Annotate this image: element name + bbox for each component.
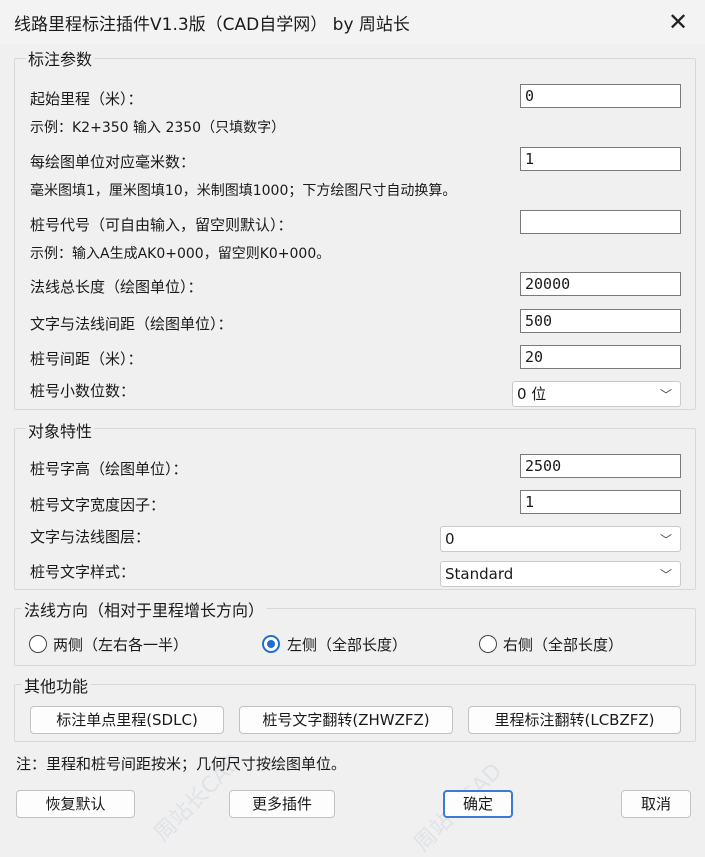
station-prefix-hint: 示例：输入A生成AK0+000，留空则K0+000。 [30,246,331,262]
flip-mileage-label-button[interactable]: 里程标注翻转(LCBZFZ) [468,706,681,734]
text-style-label: 桩号文字样式： [30,563,136,581]
radio-left-side-label[interactable]: 左侧（全部长度） [287,634,407,655]
close-icon[interactable]: ✕ [660,6,696,38]
text-gap-label: 文字与法线间距（绘图单位）： [30,315,233,333]
ok-button[interactable]: 确定 [443,790,513,818]
chevron-down-icon: ﹀ [659,568,672,582]
text-height-input[interactable]: 2500 [520,454,681,478]
chevron-down-icon: ﹀ [659,533,672,547]
decimals-label: 桩号小数位数： [30,382,136,400]
direction-legend: 法线方向（相对于里程增长方向） [22,597,267,621]
layer-label: 文字与法线图层： [30,528,151,546]
radio-both-sides-label[interactable]: 两侧（左右各一半） [53,634,188,655]
start-mileage-hint: 示例：K2+350 输入 2350（只填数字） [30,120,286,136]
chevron-down-icon: ﹀ [659,388,672,402]
reset-defaults-button[interactable]: 恢复默认 [16,790,135,818]
layer-value: 0 [445,530,455,548]
object-legend: 对象特性 [26,418,95,442]
more-plugins-button[interactable]: 更多插件 [229,790,335,818]
cancel-button[interactable]: 取消 [621,790,691,818]
width-factor-label: 桩号文字宽度因子： [30,496,166,514]
other-legend: 其他功能 [22,673,91,697]
normal-length-input[interactable]: 20000 [520,272,681,296]
text-style-value: Standard [445,565,514,583]
params-legend: 标注参数 [26,46,95,70]
radio-both-sides[interactable] [29,635,47,653]
radio-right-side-label[interactable]: 右侧（全部长度） [503,634,623,655]
decimals-value: 0 位 [517,385,547,403]
mm-per-unit-hint: 毫米图填1，厘米图填10，米制图填1000；下方绘图尺寸自动换算。 [30,183,457,199]
radio-left-side[interactable] [262,635,280,653]
station-prefix-input[interactable] [520,210,681,234]
text-gap-input[interactable]: 500 [520,309,681,333]
flip-station-text-button[interactable]: 桩号文字翻转(ZHWZFZ) [239,706,453,734]
single-point-mileage-button[interactable]: 标注单点里程(SDLC) [30,706,224,734]
station-prefix-label: 桩号代号（可自由输入，留空则默认）： [30,216,293,234]
station-interval-input[interactable]: 20 [520,345,681,369]
decimals-select[interactable]: 0 位 ﹀ [512,381,681,407]
mm-per-unit-label: 每绘图单位对应毫米数： [30,153,196,171]
start-mileage-input[interactable]: 0 [520,84,681,108]
normal-length-label: 法线总长度（绘图单位）： [30,278,203,296]
layer-select[interactable]: 0 ﹀ [440,526,681,552]
width-factor-input[interactable]: 1 [520,490,681,514]
text-height-label: 桩号字高（绘图单位）： [30,460,188,478]
station-interval-label: 桩号间距（米）： [30,350,143,368]
mm-per-unit-input[interactable]: 1 [520,147,681,171]
footer-note: 注：里程和桩号间距按米；几何尺寸按绘图单位。 [16,755,347,773]
window-title: 线路里程标注插件V1.3版（CAD自学网） by 周站长 [14,15,410,35]
start-mileage-label: 起始里程（米）： [30,90,143,108]
text-style-select[interactable]: Standard ﹀ [440,561,681,587]
radio-right-side[interactable] [479,635,497,653]
